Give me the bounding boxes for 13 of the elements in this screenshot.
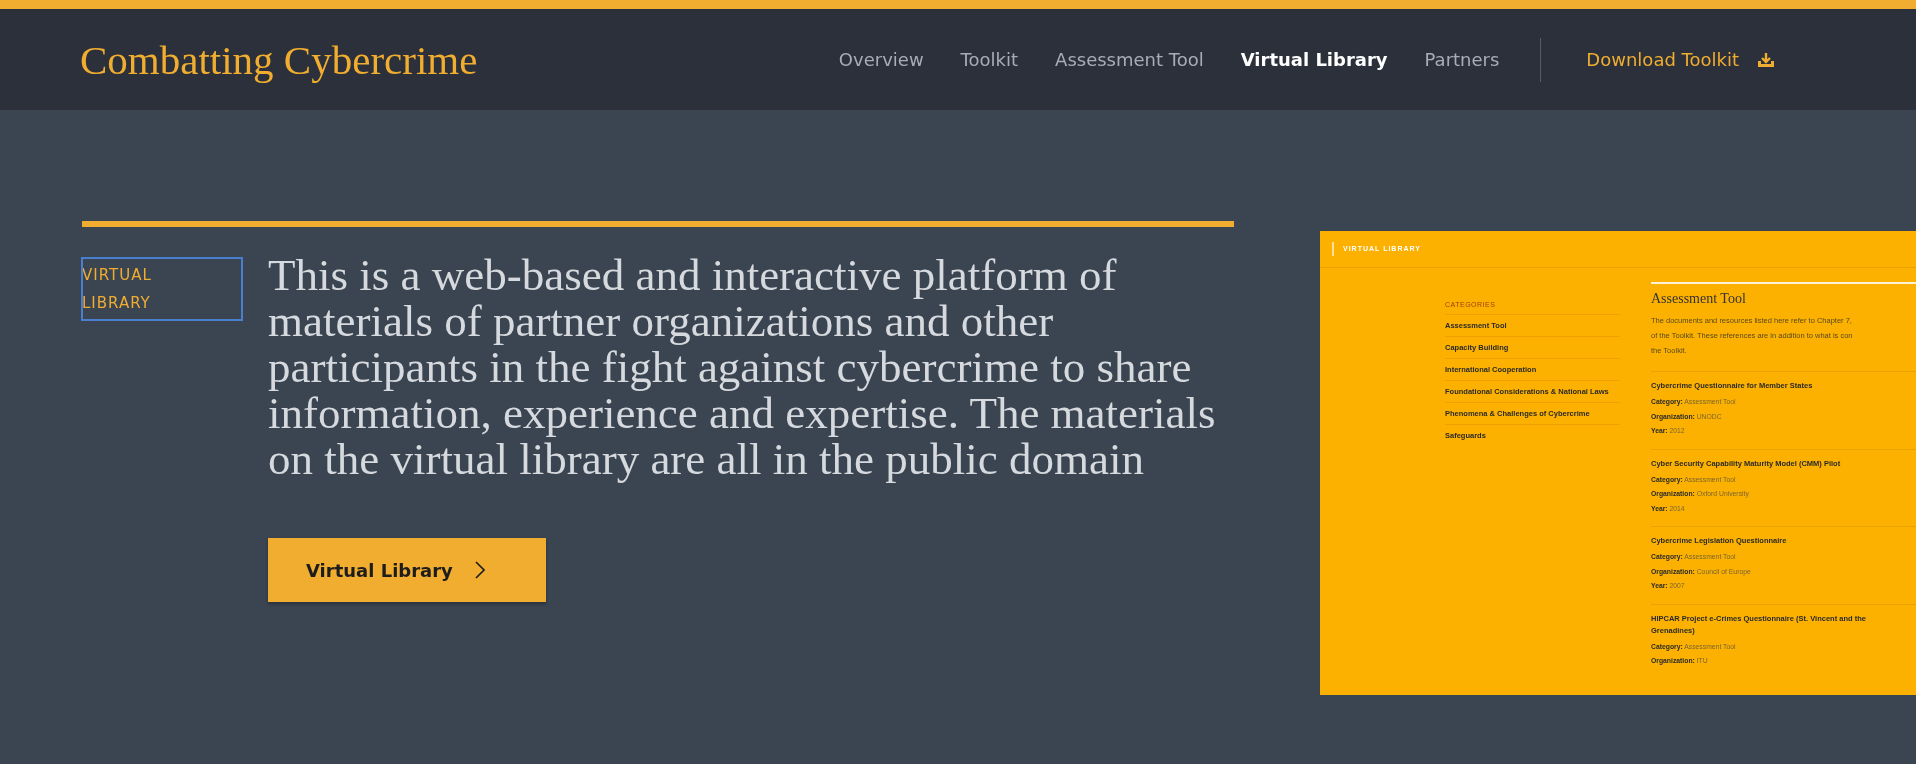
site-title: Combatting Cybercrime [80,35,478,84]
nav-link[interactable]: Assessment Tool [1055,45,1204,74]
preview-heading: Assessment Tool [1651,291,1747,307]
section-label: VIRTUAL LIBRARY [82,258,242,320]
download-link[interactable]: Download Toolkit [1586,45,1775,74]
download-icon [1757,51,1775,68]
nav-link[interactable]: Toolkit [960,45,1019,74]
hero-description: This is a web-based and interactive platform of materials of partner organizations and other participants in the fight against cybercrime to share information, experience and expertise. The materials on the virtual library are all in the public domain [268,252,1217,482]
nav-link[interactable]: Virtual Library [1240,45,1388,74]
nav-link[interactable]: Overview [838,45,924,74]
nav-link[interactable]: Partners [1424,45,1500,74]
chevron-right-icon [474,561,485,579]
virtual-library-button[interactable]: Virtual Library [268,538,546,602]
